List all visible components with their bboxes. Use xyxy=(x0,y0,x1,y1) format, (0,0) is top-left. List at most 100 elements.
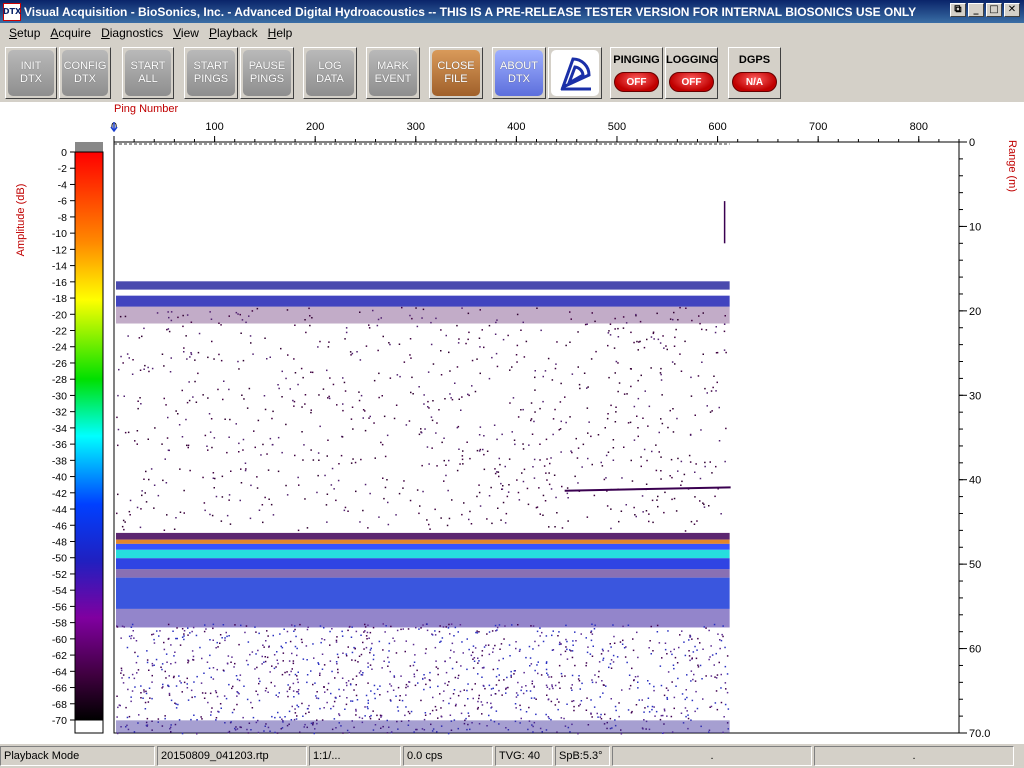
echo-sample xyxy=(293,400,296,403)
echo-sample xyxy=(602,692,604,694)
echo-sample xyxy=(241,319,244,321)
echo-sample xyxy=(578,705,580,707)
pause-pings-button[interactable]: PAUSE PINGS xyxy=(240,47,294,99)
echo-sample xyxy=(685,715,687,718)
echo-sample xyxy=(629,684,632,687)
echo-sample xyxy=(633,341,635,344)
echo-sample xyxy=(507,686,509,689)
echo-sample xyxy=(496,626,499,629)
echo-sample xyxy=(379,694,381,696)
menu-help[interactable]: Help xyxy=(268,26,293,40)
echo-sample xyxy=(583,372,586,374)
echo-sample xyxy=(697,664,699,666)
echo-sample xyxy=(724,315,726,317)
close-window-button[interactable]: ✕ xyxy=(1004,3,1020,17)
start-pings-button[interactable]: START PINGS xyxy=(184,47,238,99)
echo-sample xyxy=(335,641,338,643)
status-tvg: TVG: 40 xyxy=(495,746,553,766)
echo-sample xyxy=(294,324,296,326)
echo-sample xyxy=(352,678,354,680)
echo-sample xyxy=(701,361,703,363)
about-dtx-button[interactable]: ABOUT DTX xyxy=(492,47,546,99)
echo-sample xyxy=(633,679,635,682)
echo-sample xyxy=(136,443,138,445)
echo-sample xyxy=(575,640,577,642)
echo-sample xyxy=(725,351,727,354)
echo-sample xyxy=(387,523,390,526)
echo-sample xyxy=(429,713,431,715)
close-file-button[interactable]: CLOSE FILE xyxy=(429,47,483,99)
mark-event-button[interactable]: MARK EVENT xyxy=(366,47,420,99)
echo-sample xyxy=(212,639,214,641)
echo-sample xyxy=(267,691,269,693)
echo-sample xyxy=(467,393,469,396)
restore-icon[interactable]: ⧉ xyxy=(950,3,966,17)
echo-sample xyxy=(473,657,476,659)
menu-view[interactable]: View xyxy=(173,26,199,40)
echo-sample xyxy=(273,667,276,670)
echo-sample xyxy=(144,708,147,710)
echo-sample xyxy=(130,635,133,637)
echogram-view[interactable]: Amplitude (dB) Range (m) Ping Number 0 -2… xyxy=(0,102,1024,744)
echo-sample xyxy=(445,626,447,628)
echo-sample xyxy=(125,706,127,709)
echo-sample xyxy=(401,699,404,702)
echo-sample xyxy=(476,630,478,632)
echo-sample xyxy=(390,625,392,628)
menu-diagnostics[interactable]: Diagnostics xyxy=(101,26,163,40)
echo-sample xyxy=(487,644,490,646)
echo-sample xyxy=(168,316,170,319)
echo-sample xyxy=(468,394,470,397)
echo-sample xyxy=(343,689,345,691)
echo-sample xyxy=(261,504,264,506)
echo-sample xyxy=(198,332,201,335)
echo-sample xyxy=(676,417,678,420)
colorbar-tick-label: -16 xyxy=(52,277,67,289)
echo-sample xyxy=(347,510,349,512)
menu-playback[interactable]: Playback xyxy=(209,26,258,40)
echo-sample xyxy=(468,518,470,521)
echo-sample xyxy=(495,710,498,712)
start-all-button[interactable]: START ALL xyxy=(122,47,174,99)
echo-sample xyxy=(381,667,383,669)
echo-sample xyxy=(660,418,662,420)
echo-sample xyxy=(151,681,153,683)
echo-sample xyxy=(607,332,610,334)
echo-sample xyxy=(481,713,483,715)
echo-sample xyxy=(494,468,496,470)
biosonics-logo-button[interactable] xyxy=(548,47,602,99)
echo-sample xyxy=(689,434,692,436)
log-data-button[interactable]: LOG DATA xyxy=(303,47,357,99)
echo-sample xyxy=(283,628,285,630)
echo-sample xyxy=(694,710,696,713)
echo-sample xyxy=(448,681,450,683)
echo-sample xyxy=(369,631,372,634)
minimize-button[interactable]: _ xyxy=(968,3,984,17)
echo-sample xyxy=(200,682,203,684)
echo-sample xyxy=(134,440,136,442)
echo-sample xyxy=(718,406,720,409)
echo-sample xyxy=(237,313,239,315)
init-dtx-button[interactable]: INIT DTX xyxy=(5,47,57,99)
menu-setup[interactable]: Setup xyxy=(9,26,40,40)
echo-sample xyxy=(210,676,212,679)
echo-sample xyxy=(443,459,445,462)
echo-sample xyxy=(577,447,580,449)
echo-sample xyxy=(336,636,338,638)
colorbar-tick-label: -44 xyxy=(52,504,67,516)
echo-sample xyxy=(468,331,470,334)
echo-sample xyxy=(478,631,480,633)
echo-sample xyxy=(380,441,382,444)
echo-sample xyxy=(520,329,522,331)
echogram-svg[interactable]: Amplitude (dB) Range (m) Ping Number 0-2… xyxy=(0,102,1024,744)
echo-sample xyxy=(491,356,493,359)
echo-sample xyxy=(644,707,646,709)
echo-sample xyxy=(468,648,470,651)
echo-sample xyxy=(440,374,443,376)
echo-sample xyxy=(355,490,357,493)
config-dtx-button[interactable]: CONFIG DTX xyxy=(59,47,111,99)
echo-sample xyxy=(323,627,325,629)
maximize-button[interactable]: □ xyxy=(986,3,1002,17)
echo-sample xyxy=(122,674,125,676)
menu-acquire[interactable]: Acquire xyxy=(50,26,91,40)
